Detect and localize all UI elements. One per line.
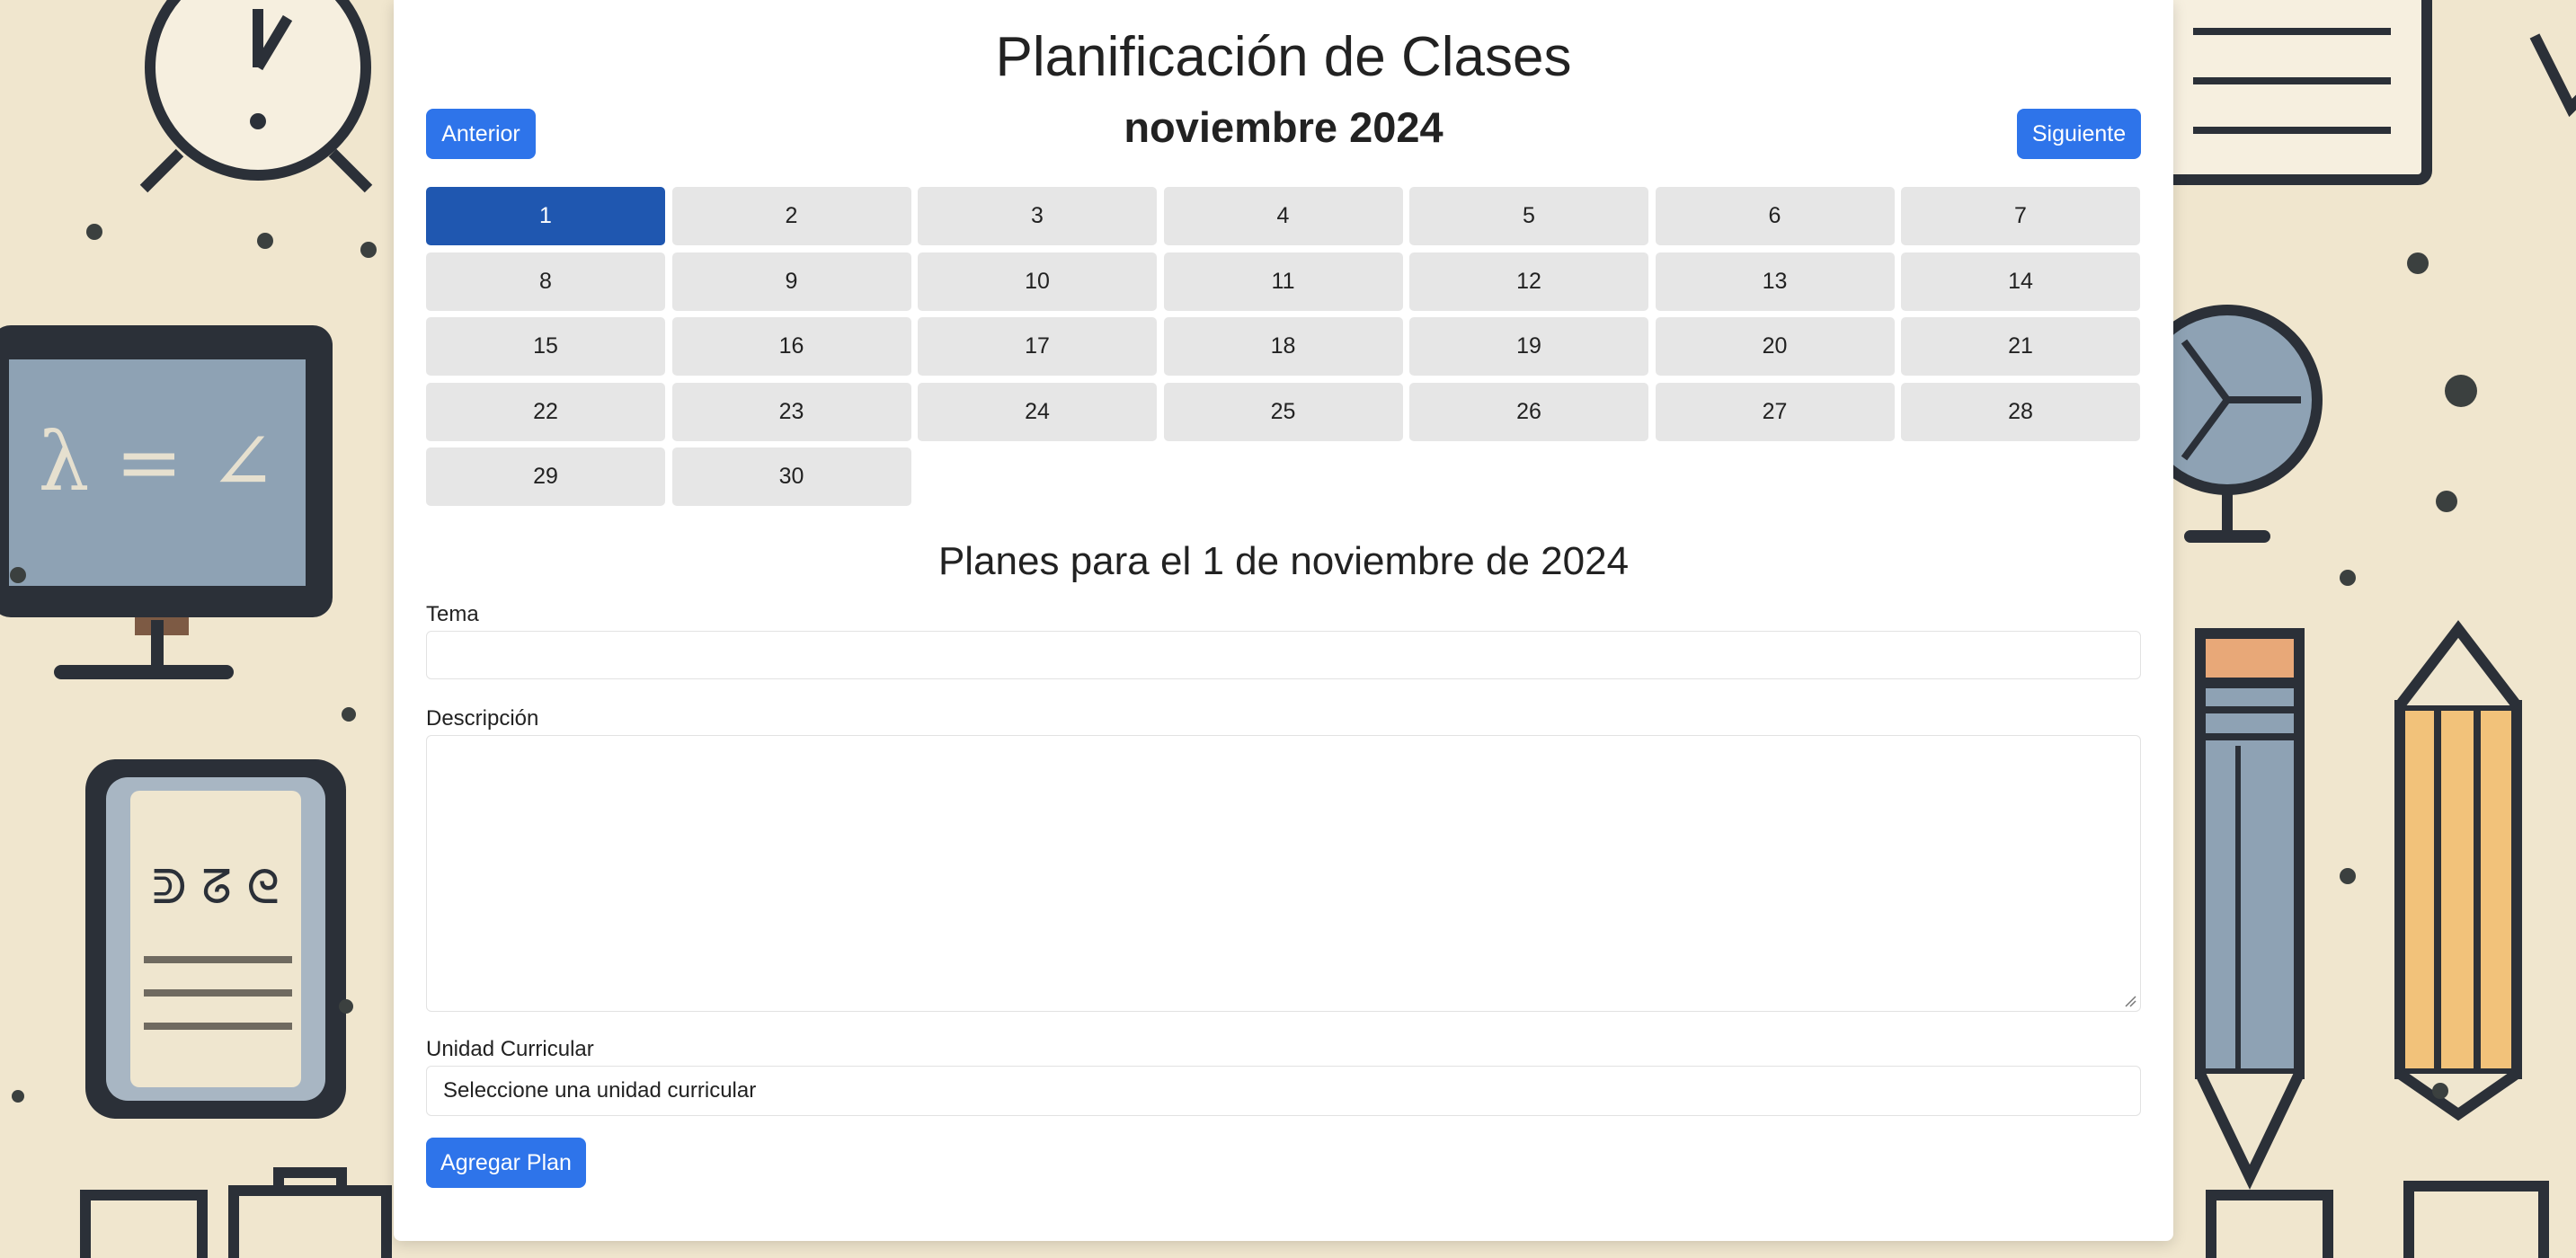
tema-input[interactable]: [426, 631, 2141, 679]
calendar-day[interactable]: 25: [1163, 382, 1403, 441]
calendar-day[interactable]: 6: [1655, 187, 1895, 245]
calendar-day[interactable]: 28: [1901, 382, 2140, 441]
pencil-icon: [2195, 628, 2305, 1190]
calendar-day[interactable]: 14: [1901, 252, 2140, 311]
calendar-day[interactable]: 2: [671, 187, 911, 245]
month-label: noviembre 2024: [1124, 103, 1443, 151]
calendar-day[interactable]: 4: [1163, 187, 1403, 245]
descripcion-label: Descripción: [426, 706, 539, 731]
svg-text:ᕲ ᘔ ᘓ: ᕲ ᘔ ᘓ: [152, 861, 280, 915]
calendar-day[interactable]: 20: [1655, 317, 1895, 376]
calendar-day[interactable]: 18: [1163, 317, 1403, 376]
calendar-day[interactable]: 15: [426, 317, 665, 376]
main-panel: Planificación de Clases Anterior noviemb…: [394, 0, 2173, 1241]
descripcion-textarea[interactable]: [426, 735, 2141, 1012]
calendar-day[interactable]: 30: [671, 447, 911, 506]
calendar-day[interactable]: 5: [1409, 187, 1648, 245]
svg-text:λ = ∠: λ = ∠: [38, 415, 276, 509]
alarm-clock-icon: [139, 0, 373, 193]
calendar-day[interactable]: 29: [426, 447, 665, 506]
calendar-day[interactable]: 16: [671, 317, 911, 376]
calendar-day[interactable]: 1: [426, 187, 665, 245]
calendar-day[interactable]: 13: [1655, 252, 1895, 311]
calendar-day[interactable]: 8: [426, 252, 665, 311]
calendar-day[interactable]: 23: [671, 382, 911, 441]
add-plan-button[interactable]: Agregar Plan: [426, 1138, 586, 1188]
next-month-button[interactable]: Siguiente: [2017, 109, 2141, 159]
calendar-grid: 1 2 3 4 5 6 7 8 9 10 11 12 13 14 15 16 17 18 19 20 21 22 23 24 2…: [426, 187, 2141, 506]
notepad-icon: [2152, 0, 2432, 185]
tema-label: Tema: [426, 602, 479, 626]
page-title: Planificación de Clases: [995, 26, 1572, 88]
calendar-day[interactable]: 26: [1409, 382, 1648, 441]
calendar-day[interactable]: 11: [1163, 252, 1403, 311]
calendar-day[interactable]: 10: [918, 252, 1157, 311]
calendar-day[interactable]: 7: [1901, 187, 2140, 245]
calendar-day[interactable]: 9: [671, 252, 911, 311]
resize-handle-icon[interactable]: [2124, 995, 2136, 1007]
calendar-day[interactable]: 12: [1409, 252, 1648, 311]
pencil-icon: [2394, 620, 2522, 1121]
unidad-curricular-selected: Seleccione una unidad curricular: [443, 1078, 757, 1103]
calendar-day[interactable]: 3: [918, 187, 1157, 245]
unidad-curricular-label: Unidad Curricular: [426, 1037, 594, 1061]
calendar-day[interactable]: 19: [1409, 317, 1648, 376]
calendar-day[interactable]: 17: [918, 317, 1157, 376]
plans-title: Planes para el 1 de noviembre de 2024: [937, 539, 1630, 583]
unidad-curricular-select[interactable]: Seleccione una unidad curricular: [426, 1066, 2141, 1116]
calendar-day[interactable]: 22: [426, 382, 665, 441]
calendar-day[interactable]: 24: [918, 382, 1157, 441]
calendar-day[interactable]: 21: [1901, 317, 2140, 376]
calendar-day[interactable]: 27: [1655, 382, 1895, 441]
tablet-icon: ᕲ ᘔ ᘓ: [85, 759, 346, 1119]
